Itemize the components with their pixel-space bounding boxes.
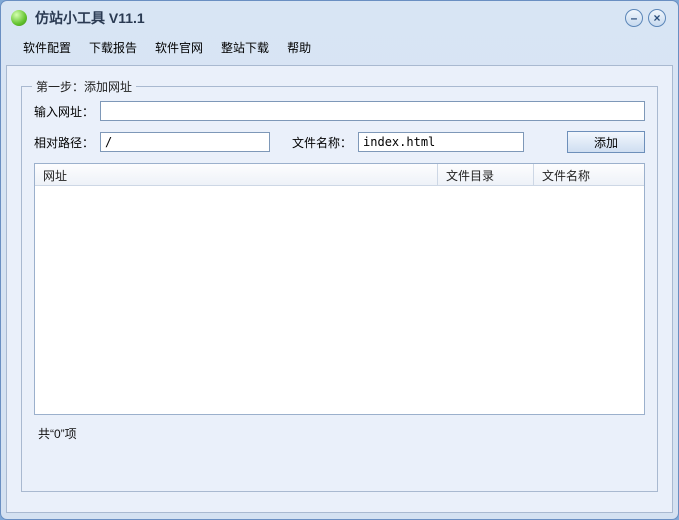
url-input[interactable] [100, 101, 645, 121]
app-window: 仿站小工具 V11.1 – × 软件配置 下载报告 软件官网 整站下载 帮助 第… [0, 0, 679, 520]
titlebar: 仿站小工具 V11.1 – × [1, 1, 678, 35]
menubar: 软件配置 下载报告 软件官网 整站下载 帮助 [1, 35, 678, 59]
url-listview[interactable]: 网址 文件目录 文件名称 [34, 163, 645, 415]
menu-report[interactable]: 下载报告 [89, 39, 137, 56]
url-label: 输入网址： [34, 103, 94, 120]
close-button[interactable]: × [648, 9, 666, 27]
col-url[interactable]: 网址 [35, 164, 438, 185]
client-area: 第一步：添加网址 输入网址： 相对路径： 文件名称： 添加 网址 文件目录 文件… [6, 65, 673, 513]
col-name[interactable]: 文件名称 [534, 164, 644, 185]
col-dir[interactable]: 文件目录 [438, 164, 534, 185]
url-row: 输入网址： [34, 101, 645, 121]
app-icon [11, 10, 27, 26]
listview-header: 网址 文件目录 文件名称 [35, 164, 644, 186]
minimize-button[interactable]: – [625, 9, 643, 27]
menu-config[interactable]: 软件配置 [23, 39, 71, 56]
app-title: 仿站小工具 V11.1 [35, 8, 145, 28]
listview-body [35, 186, 644, 414]
filename-input[interactable] [358, 132, 524, 152]
path-row: 相对路径： 文件名称： 添加 [34, 131, 645, 153]
group-legend: 第一步：添加网址 [32, 78, 136, 95]
relpath-label: 相对路径： [34, 134, 94, 151]
relpath-input[interactable] [100, 132, 270, 152]
menu-help[interactable]: 帮助 [287, 39, 311, 56]
add-button[interactable]: 添加 [567, 131, 645, 153]
step1-group: 第一步：添加网址 输入网址： 相对路径： 文件名称： 添加 网址 文件目录 文件… [21, 86, 658, 492]
window-controls: – × [625, 9, 666, 27]
menu-full[interactable]: 整站下载 [221, 39, 269, 56]
menu-site[interactable]: 软件官网 [155, 39, 203, 56]
status-text: 共“0”项 [34, 423, 645, 444]
filename-label: 文件名称： [292, 134, 352, 151]
